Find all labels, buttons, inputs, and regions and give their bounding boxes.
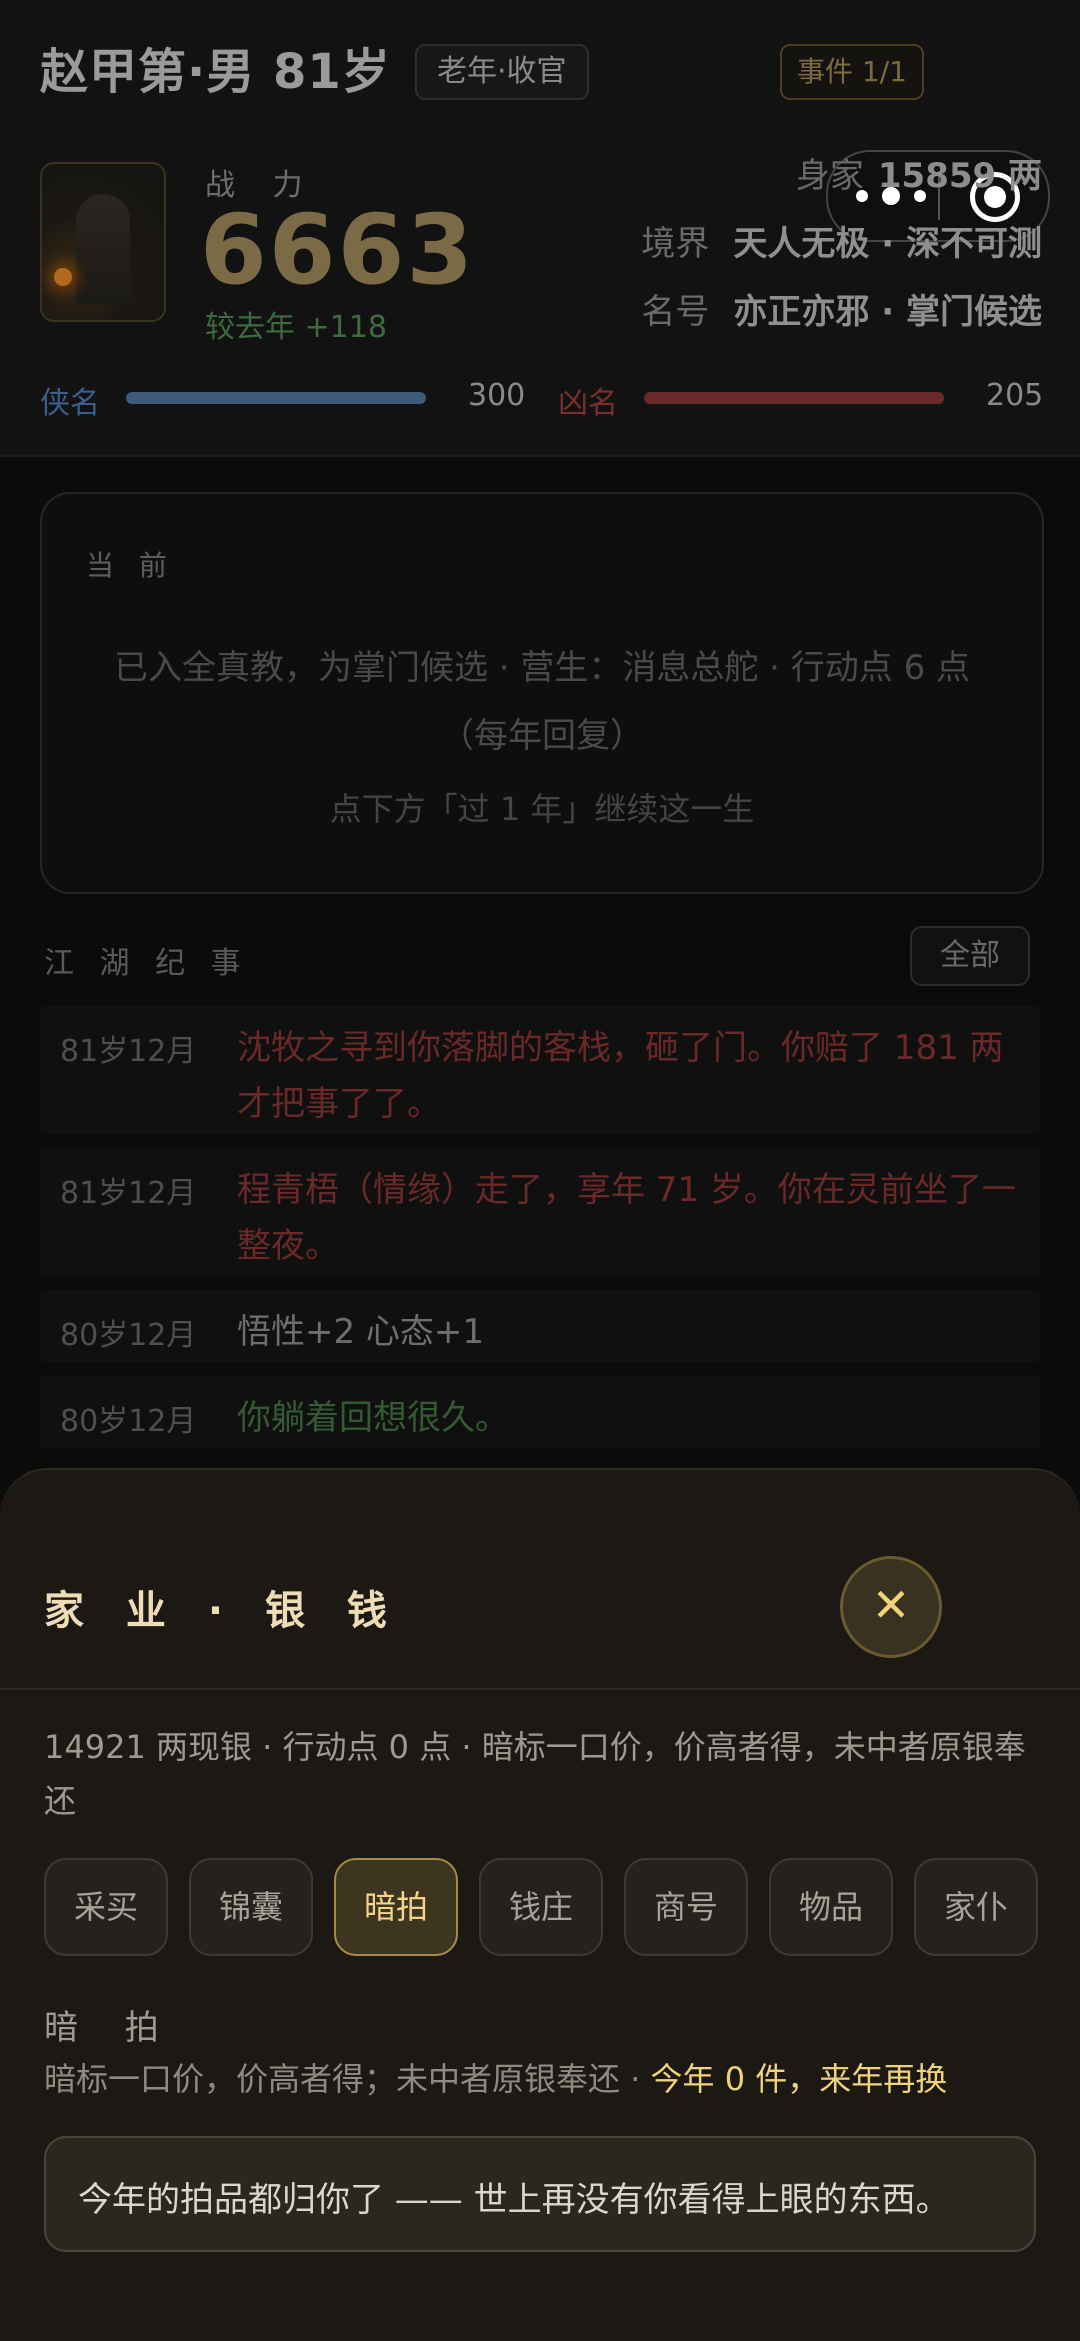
close-icon[interactable]: ✕: [840, 1556, 942, 1658]
notice-text: 今年的拍品都归你了 —— 世上再没有你看得上眼的东西。: [78, 2180, 950, 2220]
section-description: 暗标一口价，价高者得；未中者原银奉还 · 今年 0 件，来年再换: [44, 2054, 947, 2100]
sheet-title: 家 业 · 银 钱: [44, 1588, 401, 1634]
sheet-info: 14921 两现银 · 行动点 0 点 · 暗标一口价，价高者得，未中者原银奉还: [44, 1728, 1026, 1820]
estate-money-sheet: 家 业 · 银 钱 ✕ 14921 两现银 · 行动点 0 点 · 暗标一口价，…: [0, 1468, 1080, 2341]
tab-items[interactable]: 物品: [769, 1858, 893, 1956]
auction-notice: 今年的拍品都归你了 —— 世上再没有你看得上眼的东西。: [44, 2136, 1036, 2252]
tab-tips[interactable]: 锦囊: [189, 1858, 313, 1956]
tab-shop[interactable]: 商号: [624, 1858, 748, 1956]
tab-servants[interactable]: 家仆: [914, 1858, 1038, 1956]
section-desc-text: 暗标一口价，价高者得；未中者原银奉还 ·: [44, 2060, 651, 2098]
section-title: 暗 拍: [44, 2008, 177, 2048]
tab-purchase[interactable]: 采买: [44, 1858, 168, 1956]
section-highlight: 今年 0 件，来年再换: [650, 2060, 948, 2098]
tab-bank[interactable]: 钱庄: [479, 1858, 603, 1956]
sheet-tabs: 采买 锦囊 暗拍 钱庄 商号 物品 家仆: [44, 1858, 1044, 1958]
sheet-divider: [0, 1688, 1080, 1690]
tab-silent-auction[interactable]: 暗拍: [334, 1858, 458, 1956]
